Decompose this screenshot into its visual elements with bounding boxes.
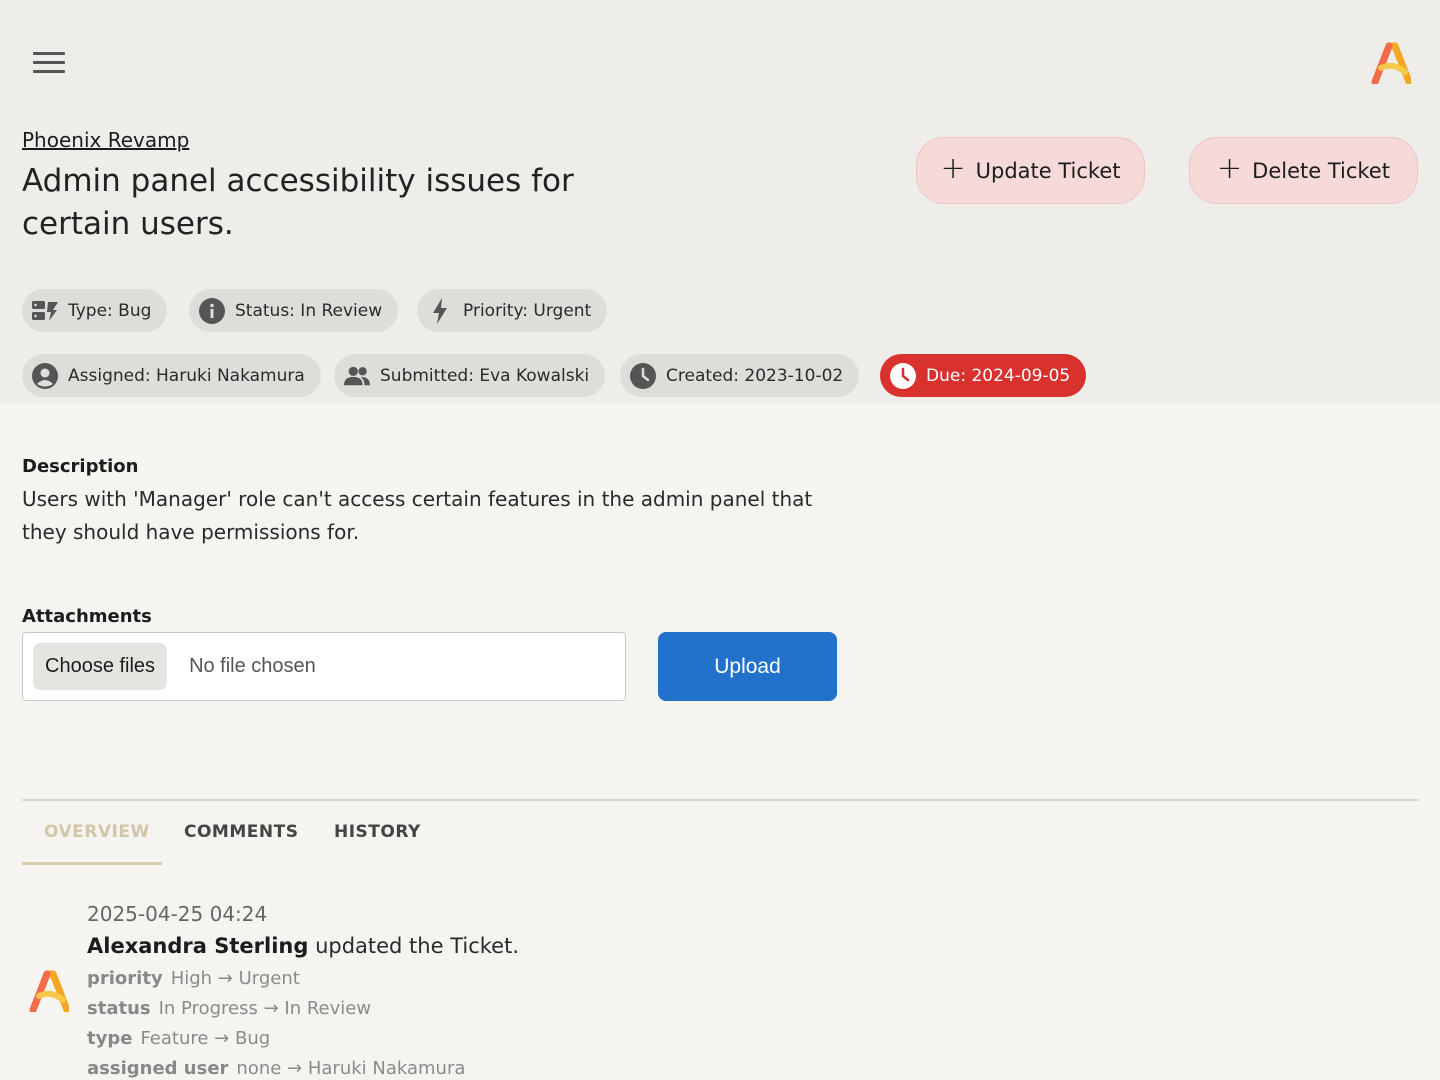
update-ticket-label: Update Ticket xyxy=(975,158,1121,183)
clock-icon xyxy=(630,362,656,389)
bug-report-icon xyxy=(32,298,58,324)
menu-icon[interactable] xyxy=(33,52,65,74)
history-change-row: assigned user none → Haruki Nakamura xyxy=(87,1058,465,1079)
delete-ticket-label: Delete Ticket xyxy=(1252,158,1390,183)
active-tab-indicator xyxy=(22,862,162,865)
change-value: In Progress → In Review xyxy=(158,998,372,1019)
clock-icon xyxy=(890,362,916,389)
status-chip: Status: In Review xyxy=(189,289,399,332)
app-logo-icon[interactable] xyxy=(1371,42,1411,84)
change-value: Feature → Bug xyxy=(140,1028,271,1049)
user-avatar-icon xyxy=(29,970,69,1012)
info-icon xyxy=(199,297,225,324)
type-chip: Type: Bug xyxy=(22,289,168,332)
change-field: status xyxy=(87,998,151,1019)
history-summary: Alexandra Sterling updated the Ticket. xyxy=(87,934,519,958)
created-chip-label: Created: 2023-10-02 xyxy=(666,365,844,386)
history-change-row: type Feature → Bug xyxy=(87,1028,270,1049)
status-chip-label: Status: In Review xyxy=(235,300,383,321)
priority-chip-label: Priority: Urgent xyxy=(463,300,592,321)
plus-icon: + xyxy=(1217,151,1243,186)
delete-ticket-button[interactable]: + Delete Ticket xyxy=(1189,137,1418,204)
project-link[interactable]: Phoenix Revamp xyxy=(22,128,189,152)
update-ticket-button[interactable]: + Update Ticket xyxy=(916,137,1145,204)
description-text: Users with 'Manager' role can't access c… xyxy=(22,487,813,544)
plus-icon: + xyxy=(940,151,966,186)
attachments-label: Attachments xyxy=(22,606,152,627)
type-chip-label: Type: Bug xyxy=(68,300,152,321)
choose-files-button[interactable]: Choose files xyxy=(33,643,168,690)
tabs-divider xyxy=(22,799,1419,801)
history-user: Alexandra Sterling xyxy=(87,934,309,958)
ticket-title: Admin panel accessibility issues for cer… xyxy=(22,163,574,242)
history-change-row: status In Progress → In Review xyxy=(87,998,371,1019)
due-chip-label: Due: 2024-09-05 xyxy=(926,365,1071,386)
priority-chip: Priority: Urgent xyxy=(417,289,608,332)
change-field: priority xyxy=(87,968,163,989)
change-value: High → Urgent xyxy=(170,968,300,989)
history-timestamp: 2025-04-25 04:24 xyxy=(87,902,268,926)
file-input[interactable]: Choose files No file chosen xyxy=(22,632,626,701)
assigned-chip-label: Assigned: Haruki Nakamura xyxy=(68,365,305,386)
upload-button[interactable]: Upload xyxy=(658,632,837,701)
tab-overview[interactable]: OVERVIEW xyxy=(44,822,150,842)
change-field: assigned user xyxy=(87,1058,229,1079)
change-field: type xyxy=(87,1028,133,1049)
created-chip: Created: 2023-10-02 xyxy=(620,354,860,397)
history-action: updated the Ticket. xyxy=(315,934,520,958)
change-value: none → Haruki Nakamura xyxy=(236,1058,466,1079)
lightning-icon xyxy=(427,297,453,324)
account-circle-icon xyxy=(32,362,58,389)
assigned-chip: Assigned: Haruki Nakamura xyxy=(22,354,321,397)
history-change-row: priority High → Urgent xyxy=(87,968,300,989)
tab-comments[interactable]: COMMENTS xyxy=(184,822,298,842)
submitted-chip: Submitted: Eva Kowalski xyxy=(334,354,606,397)
submitted-chip-label: Submitted: Eva Kowalski xyxy=(380,365,590,386)
people-icon xyxy=(344,363,370,389)
tab-history[interactable]: HISTORY xyxy=(334,822,421,842)
file-status-text: No file chosen xyxy=(189,655,316,677)
due-chip: Due: 2024-09-05 xyxy=(880,354,1087,397)
description-label: Description xyxy=(22,456,139,477)
